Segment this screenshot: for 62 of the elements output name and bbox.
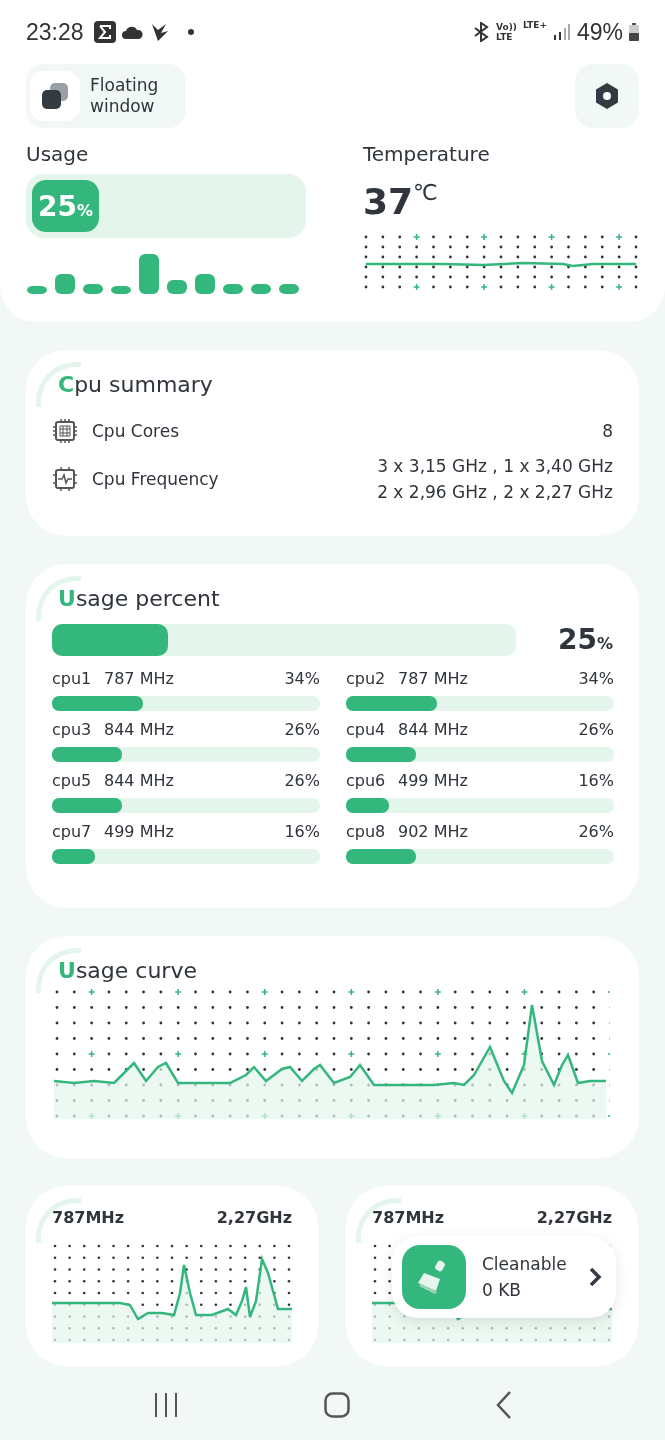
core-frequency: 787 MHz [398,668,469,690]
settings-button[interactable] [575,64,639,128]
min-frequency: 787MHz [372,1208,445,1227]
temperature-value: 37$^{℃}$ [363,180,439,222]
overlapping-squares-icon [40,81,70,111]
max-frequency: 2,27GHz [216,1208,292,1227]
cloud-icon [121,25,144,39]
cpu-summary-title: Cpu summary [58,372,214,397]
core-percent: 34% [284,668,320,690]
cleaner-popup[interactable]: Cleanable 0 KB [392,1236,616,1318]
usage-percent-title: Usage percent [58,586,221,611]
total-usage-value: 25% [558,623,613,656]
summary-label: Cpu Frequency [92,469,220,489]
core-percent: 26% [578,821,614,843]
core-frequency: 844 MHz [398,719,469,741]
summary-label: Cpu Cores [92,421,181,441]
back-icon[interactable] [496,1391,513,1419]
min-frequency: 787MHz [52,1208,125,1227]
floating-window-button[interactable]: Floating window [26,64,186,128]
core-name: cpu8 [346,821,387,843]
summary-value: 2 x 2,96 GHz , 2 x 2,27 GHz [377,481,613,504]
core-frequency: 844 MHz [104,719,175,741]
usage-title: Usage [26,142,90,166]
sigma-app-icon [93,21,116,43]
battery-percent: 49% [576,18,623,46]
core-name: cpu5 [52,770,93,792]
temperature-title: Temperature [363,142,491,166]
usage-value: 25% [32,180,99,232]
core-percent: 26% [284,770,320,792]
summary-value: 3 x 3,15 GHz , 1 x 3,40 GHz [377,455,613,478]
core-percent: 16% [284,821,320,843]
chip-icon [52,418,78,444]
core-percent: 16% [578,770,614,792]
bluetooth-icon [472,22,490,42]
core-frequency: 499 MHz [104,821,175,843]
volte-indicator: Vo)) LTE [496,22,517,42]
battery-icon [629,23,639,41]
core-percent: 26% [284,719,320,741]
max-frequency: 2,27GHz [536,1208,612,1227]
usage-curve-title: Usage curve [58,958,198,983]
core-frequency: 787 MHz [104,668,175,690]
core-name: cpu1 [52,668,93,690]
core-frequency: 499 MHz [398,770,469,792]
summary-value: 8 [602,420,613,443]
network-type: LTE+ [522,20,547,30]
status-time: 23:28 [26,18,84,46]
chevron-right-icon [588,1266,602,1288]
core-percent: 26% [578,719,614,741]
core-name: cpu6 [346,770,387,792]
core-name: cpu3 [52,719,93,741]
core-name: cpu4 [346,719,387,741]
signal-icon [552,24,571,40]
home-icon[interactable] [324,1392,351,1418]
core-frequency: 844 MHz [104,770,175,792]
core-frequency: 902 MHz [398,821,469,843]
recent-apps-icon[interactable] [152,1393,179,1417]
notification-dot [187,29,194,35]
core-name: cpu7 [52,821,93,843]
core-percent: 34% [578,668,614,690]
chip-pulse-icon [52,466,78,492]
check-app-icon [149,22,170,42]
core-name: cpu2 [346,668,387,690]
